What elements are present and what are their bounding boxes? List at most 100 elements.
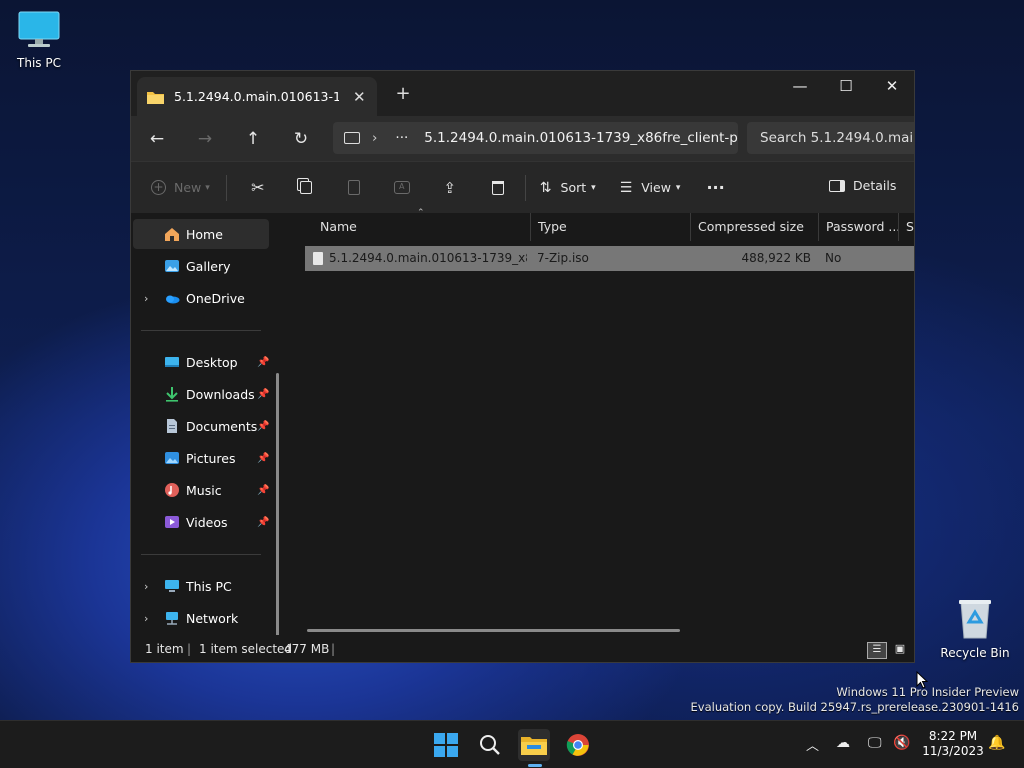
copy-button[interactable] [291, 181, 321, 194]
nav-label: Music [186, 482, 222, 498]
watermark-line: Windows 11 Pro Insider Preview [836, 685, 1019, 699]
nav-divider [141, 330, 261, 331]
home-icon [165, 228, 179, 241]
details-pane-icon [829, 179, 845, 192]
breadcrumb-overflow[interactable]: ··· [395, 130, 408, 146]
copy-icon [299, 181, 312, 194]
notification-bell-icon[interactable]: 🔔 [988, 735, 1005, 751]
forward-button[interactable]: → [181, 129, 229, 149]
share-icon: ⇪ [443, 178, 457, 197]
desktop-icon-recycle-bin[interactable]: Recycle Bin [939, 598, 1011, 660]
nav-item-desktop[interactable]: Desktop 📌 [133, 347, 269, 377]
chevron-right-icon[interactable]: › [144, 612, 148, 625]
onedrive-icon [166, 295, 180, 304]
tiles-view-toggle[interactable]: ▣ [891, 642, 909, 658]
file-list-scrollbar[interactable] [307, 629, 680, 632]
this-pc-breadcrumb-icon[interactable] [344, 132, 360, 144]
nav-item-home[interactable]: Home [133, 219, 269, 249]
paste-button[interactable] [339, 180, 369, 195]
column-header-name[interactable]: Name [313, 213, 531, 241]
pin-icon: 📌 [257, 420, 270, 432]
column-header-type[interactable]: Type [531, 213, 691, 241]
taskbar-chrome[interactable] [562, 729, 594, 761]
nav-item-network[interactable]: › Network [133, 603, 269, 633]
downloads-icon [166, 387, 178, 402]
nav-item-downloads[interactable]: Downloads 📌 [133, 379, 269, 409]
trash-icon [491, 180, 504, 195]
selected-count: 1 item selected [199, 642, 293, 656]
address-bar[interactable]: › ··· 5.1.2494.0.main.010613-1739_x86fre… [333, 122, 738, 154]
nav-item-documents[interactable]: Documents 📌 [133, 411, 269, 441]
nav-label: Pictures [186, 450, 236, 466]
details-view-toggle[interactable]: ☰ [867, 642, 887, 659]
table-row[interactable]: 5.1.2494.0.main.010613-1739_x86fre... 7-… [305, 246, 914, 271]
title-bar: 5.1.2494.0.main.010613-1739_x ✕ + — ☐ ✕ [131, 71, 914, 116]
nav-item-pictures[interactable]: Pictures 📌 [133, 443, 269, 473]
videos-icon [165, 516, 179, 528]
clock-date: 11/3/2023 [922, 744, 984, 758]
back-button[interactable]: ← [133, 129, 181, 149]
pin-icon: 📌 [257, 516, 270, 528]
chevron-right-icon[interactable]: › [144, 292, 148, 305]
nav-label: Desktop [186, 354, 238, 370]
desktop-icon-label: Recycle Bin [940, 646, 1010, 660]
nav-item-videos[interactable]: Videos 📌 [133, 507, 269, 537]
network-tray-icon[interactable]: 🖵 [868, 735, 882, 751]
nav-label: Network [186, 610, 239, 626]
rename-icon: A [393, 181, 410, 194]
nav-label: OneDrive [186, 290, 245, 306]
refresh-button[interactable]: ↻ [277, 129, 325, 149]
recycle-bin-icon [959, 600, 991, 639]
mouse-cursor-icon [916, 671, 928, 689]
nav-label: Home [186, 226, 223, 242]
chevron-right-icon: › [372, 130, 378, 146]
nav-label: This PC [186, 578, 232, 594]
explorer-tab[interactable]: 5.1.2494.0.main.010613-1739_x ✕ [137, 77, 377, 116]
file-password: No [825, 251, 842, 265]
column-header-size[interactable]: Si [899, 213, 914, 241]
status-divider: | [187, 642, 192, 656]
close-window-button[interactable]: ✕ [869, 71, 914, 103]
gallery-icon [165, 260, 179, 272]
nav-item-music[interactable]: Music 📌 [133, 475, 269, 505]
address-path[interactable]: 5.1.2494.0.main.010613-1739_x86fre_clien… [424, 130, 738, 146]
taskbar-file-explorer[interactable] [518, 729, 550, 761]
search-input[interactable]: Search 5.1.2494.0.main.01 [747, 122, 914, 154]
chevron-right-icon[interactable]: › [144, 580, 148, 593]
minimize-button[interactable]: — [777, 71, 823, 103]
details-button[interactable]: Details [829, 178, 896, 193]
nav-pane-scrollbar[interactable] [276, 373, 279, 662]
delete-button[interactable] [483, 180, 513, 195]
show-hidden-icons-button[interactable]: ︿ [806, 735, 819, 754]
nav-item-this-pc[interactable]: › This PC [133, 571, 269, 601]
documents-icon [167, 419, 177, 433]
new-tab-button[interactable]: + [393, 83, 413, 104]
tab-title: 5.1.2494.0.main.010613-1739_x [174, 89, 339, 104]
sort-button[interactable]: ⇅ Sort ▾ [540, 180, 596, 196]
column-header-compressed-size[interactable]: Compressed size [691, 213, 819, 241]
onedrive-tray-icon[interactable]: ☁ [836, 735, 850, 751]
system-clock[interactable]: 8:22 PM 11/3/2023 [915, 729, 991, 759]
close-tab-icon[interactable]: ✕ [353, 88, 366, 106]
nav-label: Videos [186, 514, 228, 530]
rename-button[interactable]: A [387, 181, 417, 194]
nav-item-onedrive[interactable]: › OneDrive [133, 283, 269, 313]
volume-muted-icon[interactable]: 🔇 [893, 735, 910, 751]
navigation-bar: ← → ↑ ↻ › ··· 5.1.2494.0.main.010613-173… [131, 116, 914, 161]
share-button[interactable]: ⇪ [435, 179, 465, 197]
see-more-button[interactable]: ··· [706, 178, 724, 197]
file-explorer-window: 5.1.2494.0.main.010613-1739_x ✕ + — ☐ ✕ … [130, 70, 915, 663]
column-header-password[interactable]: Password ... [819, 213, 899, 241]
view-button[interactable]: ☰ View ▾ [620, 180, 681, 196]
desktop-icon-this-pc[interactable]: This PC [3, 10, 75, 70]
cut-button[interactable]: ✂ [243, 178, 273, 197]
start-button[interactable] [430, 729, 462, 761]
maximize-button[interactable]: ☐ [823, 71, 869, 103]
new-button[interactable]: + New ▾ [151, 180, 210, 195]
sort-label: Sort [560, 180, 587, 195]
taskbar-search-button[interactable] [474, 729, 506, 761]
nav-label: Documents [186, 418, 258, 434]
up-button[interactable]: ↑ [229, 129, 277, 149]
nav-item-gallery[interactable]: Gallery [133, 251, 269, 281]
new-label: New [174, 180, 202, 195]
